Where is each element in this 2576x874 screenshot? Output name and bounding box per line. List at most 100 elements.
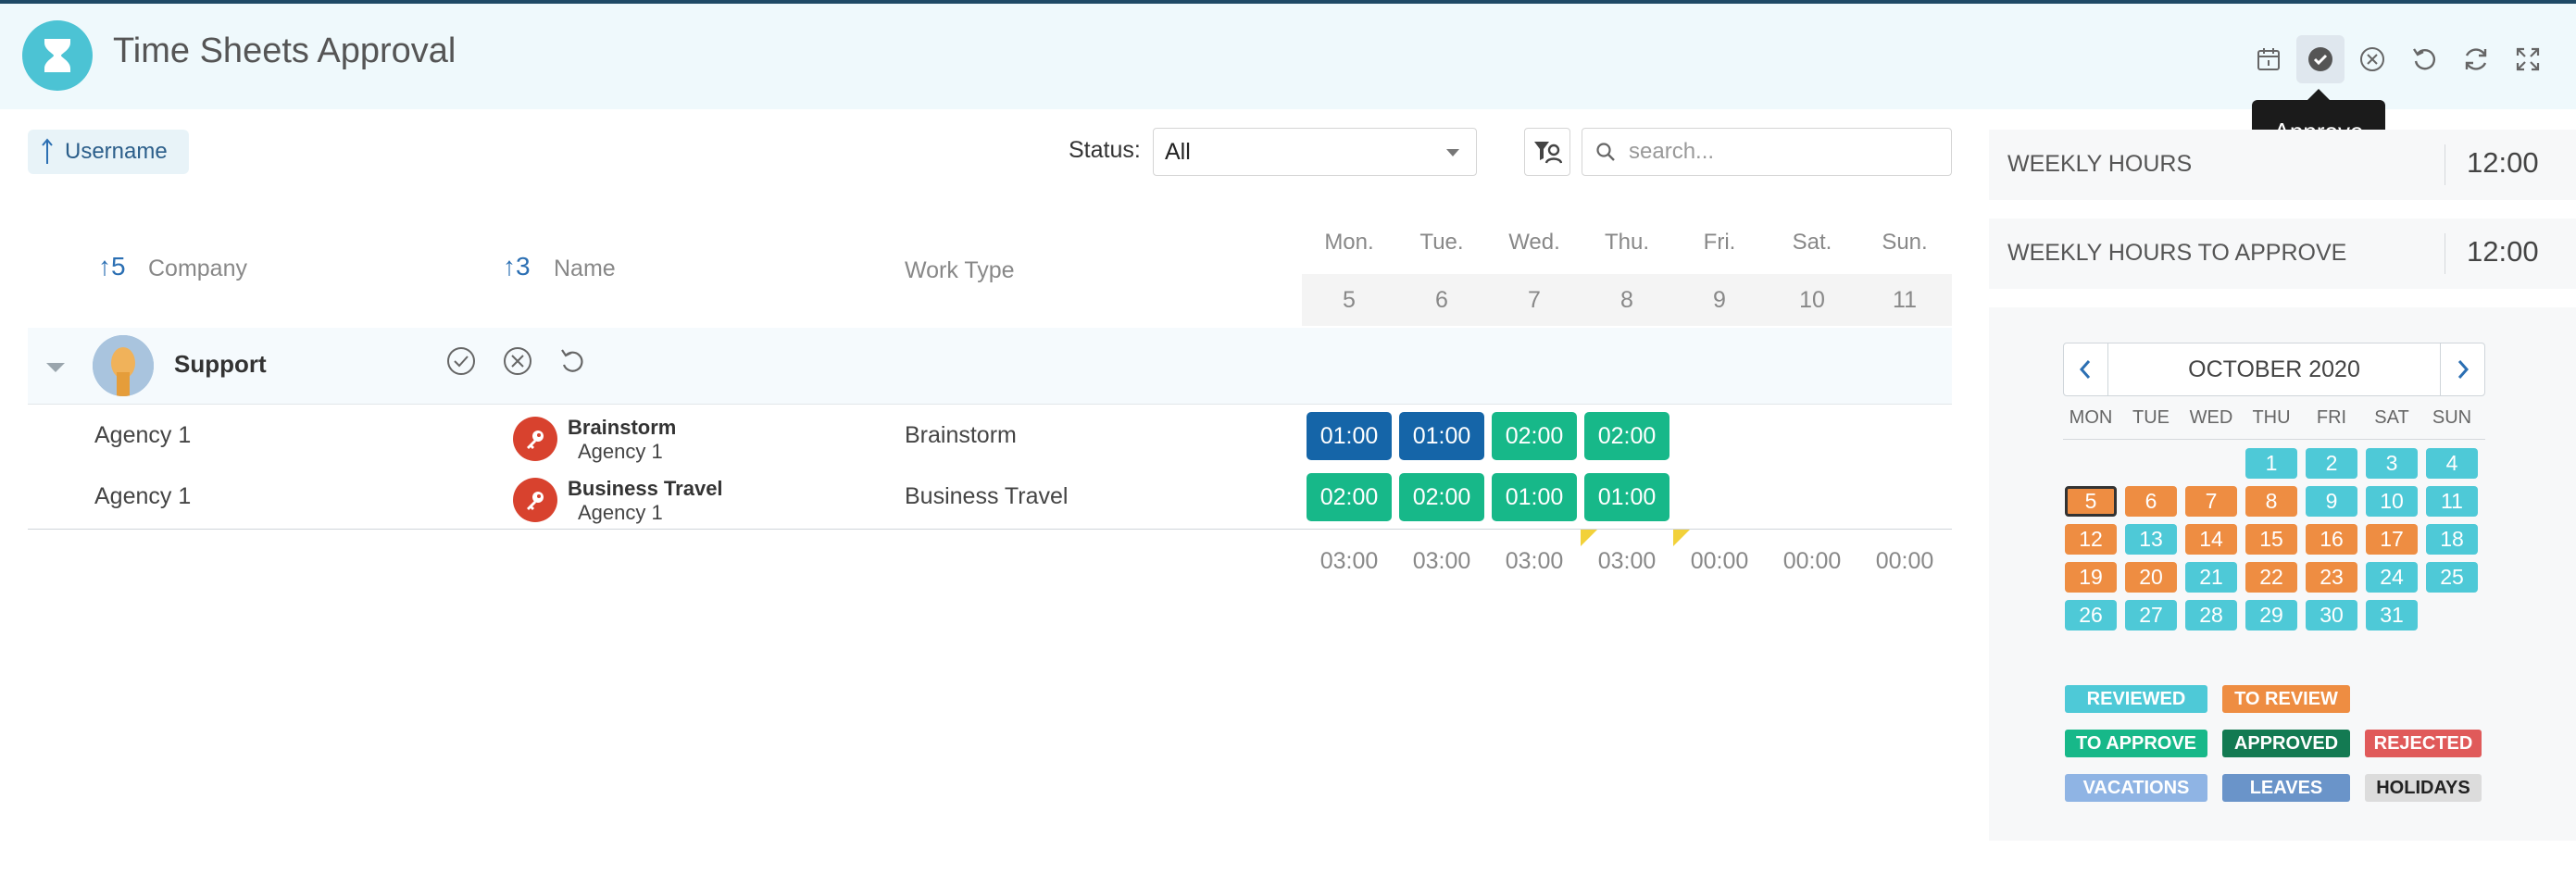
hour-cell[interactable]: 02:00	[1399, 473, 1484, 521]
calendar-day[interactable]: 25	[2426, 562, 2478, 593]
search-icon	[1596, 143, 1615, 161]
legend-to-review: TO REVIEW	[2222, 685, 2350, 713]
calendar-day[interactable]: 24	[2366, 562, 2418, 593]
calendar-day[interactable]: 4	[2426, 448, 2478, 479]
filter-user-button[interactable]	[1524, 128, 1570, 176]
legend-leaves: LEAVES	[2222, 774, 2350, 802]
hour-cell[interactable]: 01:00	[1492, 473, 1577, 521]
group-reject-button[interactable]	[501, 344, 534, 378]
sort-up-arrow-icon	[42, 138, 53, 164]
day-number-tue: 6	[1435, 287, 1448, 313]
calendar-day[interactable]: 29	[2245, 600, 2297, 631]
calendar-button[interactable]	[2245, 35, 2293, 83]
chevron-right-icon	[2457, 360, 2470, 379]
undo-button[interactable]	[2400, 35, 2448, 83]
calendar-day[interactable]: 10	[2366, 486, 2418, 517]
calendar-day[interactable]: 27	[2125, 600, 2177, 631]
tooltip-arrow	[2307, 89, 2330, 100]
weekly-hours-value: 12:00	[2467, 146, 2539, 179]
group-approve-button[interactable]	[444, 344, 478, 378]
calendar-day[interactable]: 14	[2185, 524, 2237, 555]
total-tue: 03:00	[1412, 548, 1471, 574]
expand-icon	[2516, 47, 2540, 71]
status-select[interactable]: All	[1153, 128, 1477, 176]
calendar-day[interactable]: 11	[2426, 486, 2478, 517]
calendar-day[interactable]: 26	[2065, 600, 2117, 631]
calendar-day[interactable]: 6	[2125, 486, 2177, 517]
group-undo-button[interactable]	[556, 344, 589, 378]
calendar-day[interactable]: 8	[2245, 486, 2297, 517]
hour-cell[interactable]: 02:00	[1492, 412, 1577, 460]
sort-up-arrow-icon: ↑	[503, 252, 516, 281]
company-sort-indicator[interactable]: ↑5	[98, 252, 126, 281]
fullscreen-button[interactable]	[2504, 35, 2552, 83]
calendar-dow: WED	[2189, 407, 2233, 428]
hour-cell[interactable]: 02:00	[1307, 473, 1392, 521]
calendar-day[interactable]: 3	[2366, 448, 2418, 479]
search-input[interactable]	[1627, 138, 1936, 166]
column-header-name[interactable]: Name	[554, 256, 616, 282]
hour-cell[interactable]: 01:00	[1307, 412, 1392, 460]
company-sort-order: 5	[111, 252, 126, 281]
calendar-day[interactable]: 13	[2125, 524, 2177, 555]
day-number-sun: 11	[1893, 287, 1917, 313]
calendar-day[interactable]: 30	[2306, 600, 2357, 631]
calendar-month-title[interactable]: OCTOBER 2020	[2107, 343, 2441, 396]
day-header-tue: Tue.	[1419, 230, 1464, 255]
day-header-fri: Fri.	[1703, 230, 1736, 255]
row2-company: Agency 1	[94, 483, 192, 509]
name-sort-indicator[interactable]: ↑3	[503, 252, 531, 281]
day-header-thu: Thu.	[1604, 230, 1650, 255]
calendar-day[interactable]: 28	[2185, 600, 2237, 631]
column-header-work-type[interactable]: Work Type	[905, 257, 1015, 284]
approve-button[interactable]	[2296, 35, 2345, 83]
chevron-down-icon	[1446, 149, 1459, 156]
calendar-day[interactable]: 31	[2366, 600, 2418, 631]
sort-username-chip[interactable]: Username	[28, 130, 189, 174]
hour-cell[interactable]: 01:00	[1399, 412, 1484, 460]
column-header-company[interactable]: Company	[148, 256, 247, 282]
undo-icon	[561, 349, 583, 372]
collapse-caret-icon[interactable]	[46, 363, 65, 372]
total-mon: 03:00	[1319, 548, 1379, 574]
calendar-day[interactable]: 16	[2306, 524, 2357, 555]
calendar-day[interactable]: 17	[2366, 524, 2418, 555]
row2-subtitle: Agency 1	[578, 501, 663, 524]
calendar-day[interactable]: 9	[2306, 486, 2357, 517]
refresh-button[interactable]	[2452, 35, 2500, 83]
calendar-day[interactable]: 20	[2125, 562, 2177, 593]
search-field[interactable]	[1582, 128, 1952, 176]
legend-vacations: VACATIONS	[2065, 774, 2207, 802]
calendar-day[interactable]: 21	[2185, 562, 2237, 593]
hourglass-icon	[22, 20, 93, 91]
close-circle-icon	[2360, 47, 2384, 71]
calendar-prev-button[interactable]	[2063, 343, 2107, 396]
total-sat: 00:00	[1782, 548, 1842, 574]
day-number-thu: 8	[1620, 287, 1633, 313]
calendar-day[interactable]: 22	[2245, 562, 2297, 593]
calendar-day[interactable]: 12	[2065, 524, 2117, 555]
calendar-day[interactable]: 18	[2426, 524, 2478, 555]
calendar-day[interactable]: 5	[2065, 486, 2117, 517]
calendar-day[interactable]: 7	[2185, 486, 2237, 517]
hour-cell[interactable]: 01:00	[1584, 473, 1669, 521]
day-header-mon: Mon.	[1324, 230, 1374, 255]
calendar-dow: TUE	[2132, 407, 2170, 428]
calendar-dow: SAT	[2374, 407, 2409, 428]
legend-rejected: REJECTED	[2365, 730, 2482, 757]
calendar-day[interactable]: 19	[2065, 562, 2117, 593]
sort-up-arrow-icon: ↑	[98, 252, 111, 281]
calendar-day[interactable]: 1	[2245, 448, 2297, 479]
weekly-to-approve-value: 12:00	[2467, 235, 2539, 268]
calendar-day[interactable]: 15	[2245, 524, 2297, 555]
calendar-day[interactable]: 2	[2306, 448, 2357, 479]
calendar-dow: SUN	[2432, 407, 2472, 428]
status-label: Status:	[1069, 137, 1141, 163]
total-fri: 00:00	[1690, 548, 1749, 574]
calendar-day[interactable]: 23	[2306, 562, 2357, 593]
calendar-next-button[interactable]	[2441, 343, 2485, 396]
hour-cell[interactable]: 02:00	[1584, 412, 1669, 460]
legend-to-approve: TO APPROVE	[2065, 730, 2207, 757]
reject-button[interactable]	[2348, 35, 2396, 83]
legend-reviewed: REVIEWED	[2065, 685, 2207, 713]
